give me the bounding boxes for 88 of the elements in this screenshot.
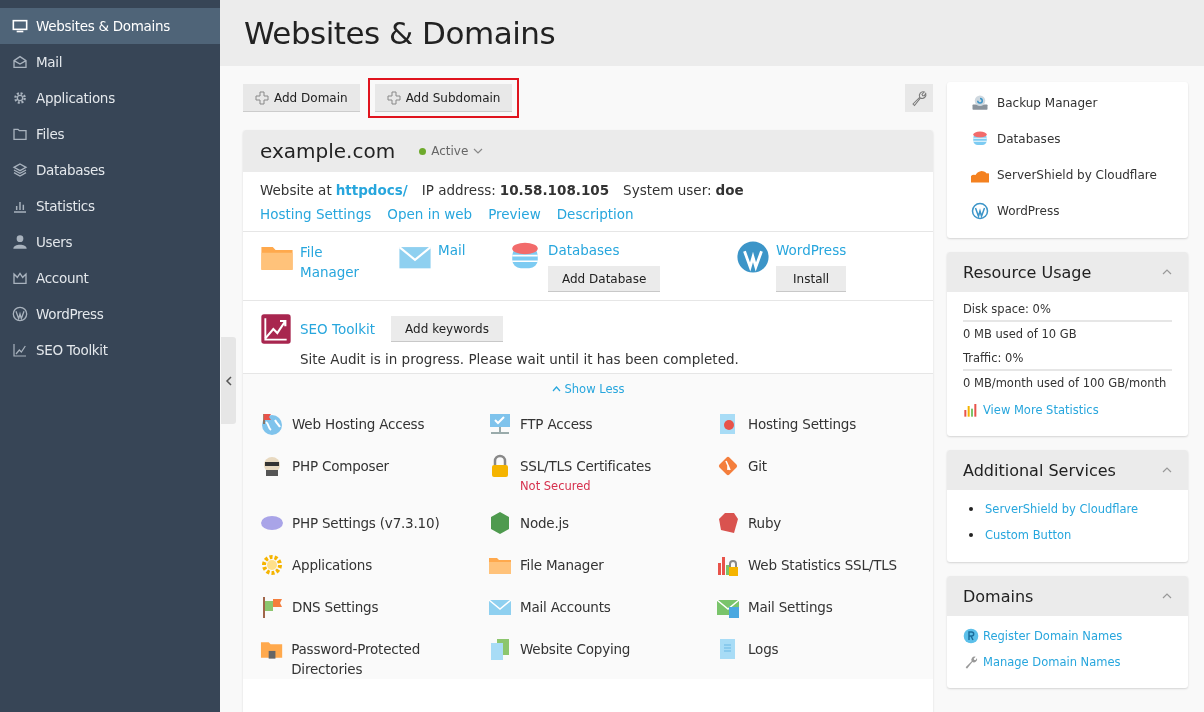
status-message: Site Audit is in progress. Please wait until it has been completed.	[300, 351, 740, 367]
page-title: Websites & Domains	[244, 15, 556, 51]
status-dropdown[interactable]: Active	[419, 144, 484, 158]
wordpress-icon	[12, 306, 28, 322]
chevron-up-icon[interactable]	[1162, 467, 1172, 473]
layers-icon	[12, 162, 28, 178]
tool-link[interactable]: Mail Accounts	[520, 597, 611, 617]
sidebar-item[interactable]: Websites & Domains	[0, 8, 220, 44]
info-label: Website at	[260, 182, 332, 198]
toolbar-button[interactable]: Add Domain	[243, 84, 360, 112]
bar-chart-icon	[963, 402, 979, 418]
plus-icon	[255, 90, 269, 105]
action-button[interactable]: Add keywords	[391, 316, 503, 342]
usage-label: Traffic: 0%	[963, 349, 1172, 371]
info-label: IP address:	[421, 182, 496, 198]
globe-icon	[260, 412, 284, 436]
tool-link[interactable]: Web Statistics SSL/TLS	[748, 555, 897, 575]
user-icon	[12, 234, 28, 250]
info-value: 10.58.108.105	[499, 182, 610, 198]
envelope-icon	[12, 54, 28, 70]
tool-link[interactable]: Web Hosting Access	[292, 414, 425, 434]
folder-icon	[12, 126, 28, 142]
hard-drive-icon	[971, 94, 989, 112]
sidebar-item[interactable]: Account	[0, 260, 220, 296]
tool-link[interactable]: Git	[748, 456, 767, 476]
info-value: doe	[715, 182, 744, 198]
panel-title: Additional Services	[963, 460, 1116, 480]
tool-link[interactable]: SSL/TLS Certificates	[520, 456, 651, 476]
sidebar-item[interactable]: Databases	[0, 152, 220, 188]
domain-name: example.com	[260, 139, 396, 163]
chevron-up-icon[interactable]	[1162, 593, 1172, 599]
tool-link[interactable]: DNS Settings	[292, 597, 379, 617]
toolbar-button[interactable]: Add Subdomain	[374, 84, 513, 112]
sidebar-item[interactable]: Statistics	[0, 188, 220, 224]
chevron-up-icon	[551, 386, 561, 392]
panel-title: Domains	[963, 586, 1034, 606]
sidebar-item[interactable]: Users	[0, 224, 220, 260]
sidebar-item[interactable]: Files	[0, 116, 220, 152]
shortcut-link[interactable]: ServerShield by Cloudflare	[997, 168, 1157, 182]
warning-text: Not Secured	[520, 479, 592, 493]
wordpress-icon	[736, 240, 770, 274]
flag-icon	[260, 595, 284, 619]
tool-link[interactable]: Mail Settings	[748, 597, 833, 617]
shortcut-link[interactable]: Databases	[997, 132, 1061, 146]
action-button[interactable]: Add Database	[548, 266, 661, 292]
tool-link[interactable]: Password-Protected Directories	[291, 639, 488, 679]
tool-link[interactable]: Website Copying	[520, 639, 631, 659]
info-label: System user:	[623, 182, 712, 198]
tool-link[interactable]: Applications	[292, 555, 373, 575]
chevron-left-icon	[224, 375, 233, 386]
tool-link[interactable]: FTP Access	[520, 414, 593, 434]
action-button[interactable]: Install	[776, 266, 847, 292]
chevron-down-icon	[473, 148, 484, 154]
monitor-icon	[12, 18, 28, 34]
usage-detail: 0 MB/month used of 100 GB/month	[963, 375, 1168, 392]
shortcut-link[interactable]: WordPress	[997, 204, 1060, 218]
chart-icon	[12, 342, 28, 358]
wrench-icon	[910, 89, 928, 107]
gear-icon	[12, 90, 28, 106]
tool-link[interactable]: PHP Settings (v7.3.10)	[292, 513, 440, 533]
plus-icon	[386, 90, 401, 105]
tool-link[interactable]: Logs	[748, 639, 779, 659]
wordpress-icon	[971, 202, 989, 220]
tool-link[interactable]: Node.js	[520, 513, 569, 533]
wrench-icon	[963, 654, 979, 670]
sidebar-item[interactable]: Mail	[0, 44, 220, 80]
trend-chart-icon	[260, 313, 292, 345]
sidebar-item[interactable]: SEO Toolkit	[0, 332, 220, 368]
sidebar-item[interactable]: Applications	[0, 80, 220, 116]
settings-button[interactable]	[905, 84, 933, 112]
usage-detail: 0 MB used of 10 GB	[963, 326, 1078, 343]
tool-link[interactable]: File Manager	[520, 555, 604, 575]
sidebar-item[interactable]: WordPress	[0, 296, 220, 332]
monitor-icon	[488, 412, 512, 436]
tool-link[interactable]: PHP Composer	[292, 456, 389, 476]
chevron-up-icon[interactable]	[1162, 269, 1172, 275]
usage-label: Disk space: 0%	[963, 300, 1172, 322]
hexagon-icon	[488, 511, 512, 535]
tool-link[interactable]: Ruby	[748, 513, 782, 533]
documents-icon	[488, 637, 512, 661]
gear-icon	[260, 553, 284, 577]
shortcut-link[interactable]: Backup Manager	[997, 96, 1098, 110]
panel-title: Resource Usage	[963, 262, 1092, 282]
crown-icon	[12, 270, 28, 286]
database-icon	[971, 130, 989, 148]
tool-link[interactable]: Hosting Settings	[748, 414, 857, 434]
r-circle-icon	[963, 628, 979, 644]
collapse-handle[interactable]	[221, 337, 236, 424]
